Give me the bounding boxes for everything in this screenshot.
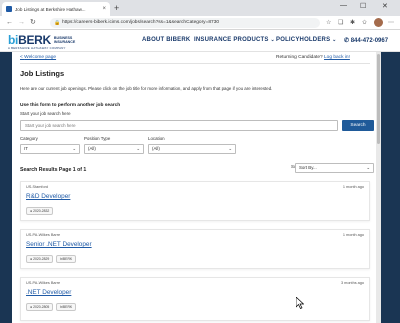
sort-select[interactable]: Sort By... ⌄ bbox=[295, 163, 374, 173]
logo-sub-2: INSURANCE bbox=[53, 40, 76, 44]
job-id-tag: ●2020-2805 bbox=[26, 303, 54, 311]
job-location: US-PA-Wilkes Barre bbox=[26, 281, 61, 285]
job-card: US-PA-Wilkes Barre 1 month ago Senior .N… bbox=[20, 229, 370, 269]
back-icon[interactable]: ← bbox=[6, 18, 13, 28]
favicon-icon bbox=[6, 6, 12, 12]
job-posted-ago: 1 month ago bbox=[342, 185, 364, 189]
profile-avatar[interactable] bbox=[374, 18, 383, 27]
job-title-link[interactable]: R&D Developer bbox=[26, 193, 70, 200]
location-select[interactable]: (All) ⌄ bbox=[148, 144, 236, 154]
intro-text: Here are our current job openings. Pleas… bbox=[20, 86, 273, 91]
search-button[interactable]: Search bbox=[342, 120, 374, 131]
job-posted-ago: 1 month ago bbox=[342, 233, 364, 237]
job-posted-ago: 3 months ago bbox=[340, 281, 364, 285]
job-listings-card: < Welcome page Returning Candidate? Log … bbox=[12, 52, 376, 323]
location-label: Location bbox=[148, 136, 165, 141]
collections-icon[interactable]: ❏ bbox=[338, 19, 343, 27]
id-icon: ● bbox=[30, 209, 33, 213]
chevron-down-icon: ⌄ bbox=[332, 37, 337, 43]
extensions-icon[interactable]: ✱ bbox=[350, 19, 355, 27]
job-company-tag: biBERK bbox=[56, 303, 77, 311]
chevron-down-icon: ⌄ bbox=[228, 146, 232, 151]
new-tab-icon[interactable]: + bbox=[114, 3, 119, 13]
nav-policyholders[interactable]: POLICYHOLDERS ⌄ bbox=[276, 37, 337, 43]
job-card: US-PA-Wilkes Barre 3 months ago .NET Dev… bbox=[20, 277, 370, 321]
nav-insurance-products[interactable]: INSURANCE PRODUCTS ⌄ bbox=[194, 37, 275, 43]
results-heading: Search Results Page 1 of 1 bbox=[20, 167, 87, 173]
page-background: < Welcome page Returning Candidate? Log … bbox=[0, 52, 400, 323]
close-tab-icon[interactable]: × bbox=[102, 6, 106, 12]
category-select[interactable]: IT ⌄ bbox=[20, 144, 80, 154]
address-bar-row: ← → ↻ 🔒 https://careers-biberk.icims.com… bbox=[0, 16, 400, 30]
chevron-down-icon: ⌄ bbox=[136, 146, 140, 151]
menu-icon[interactable]: ⋯ bbox=[388, 19, 394, 27]
page-title: Job Listings bbox=[20, 69, 65, 78]
category-label: Category bbox=[20, 136, 38, 141]
forward-icon[interactable]: → bbox=[18, 18, 25, 28]
chevron-down-icon: ⌄ bbox=[72, 146, 76, 151]
job-title-link[interactable]: Senior .NET Developer bbox=[26, 241, 92, 248]
site-logo[interactable]: biBERK BUSINESS INSURANCE bbox=[8, 33, 75, 47]
star-icon[interactable]: ☆ bbox=[326, 19, 331, 27]
job-location: US-PA-Wilkes Barre bbox=[26, 233, 61, 237]
job-card: US-Stamford 1 month ago R&D Developer ●2… bbox=[20, 181, 370, 221]
logo-tagline: A BERKSHIRE HATHAWAY COMPANY bbox=[8, 46, 66, 50]
browser-tab-bar: Job Listings at Berkshire Hathaw... × + … bbox=[0, 0, 400, 16]
favorites-icon[interactable]: ✩ bbox=[362, 19, 367, 27]
position-type-select[interactable]: (All) ⌄ bbox=[84, 144, 144, 154]
login-link[interactable]: Log back in! bbox=[324, 55, 350, 60]
close-window-icon[interactable]: ✕ bbox=[382, 2, 388, 10]
minimize-icon[interactable]: — bbox=[340, 2, 347, 9]
reload-icon[interactable]: ↻ bbox=[30, 18, 36, 28]
logo-bi: bi bbox=[8, 33, 19, 47]
job-title-link[interactable]: .NET Developer bbox=[26, 289, 71, 296]
phone-link[interactable]: ✆ 844-472-0967 bbox=[344, 37, 388, 44]
position-type-label: Position Type bbox=[84, 136, 111, 141]
browser-tab[interactable]: Job Listings at Berkshire Hathaw... × bbox=[2, 2, 110, 16]
url-field[interactable]: 🔒 https://careers-biberk.icims.com/jobs/… bbox=[50, 18, 320, 28]
phone-icon: ✆ bbox=[344, 38, 350, 44]
job-company-tag: biBERK bbox=[56, 255, 77, 263]
id-icon: ● bbox=[30, 257, 33, 261]
chevron-down-icon: ⌄ bbox=[366, 165, 370, 170]
job-id-tag: ●2020-2829 bbox=[26, 255, 54, 263]
nav-about[interactable]: ABOUT BIBERK bbox=[142, 37, 190, 43]
job-id-tag: ●2020-2832 bbox=[26, 207, 54, 215]
lock-icon: 🔒 bbox=[54, 20, 61, 26]
id-icon: ● bbox=[30, 305, 33, 309]
maximize-icon[interactable]: ☐ bbox=[360, 2, 366, 10]
tab-title: Job Listings at Berkshire Hathaw... bbox=[15, 6, 86, 12]
page-scrollbar[interactable] bbox=[376, 52, 381, 323]
returning-candidate: Returning Candidate? Log back in! bbox=[276, 55, 350, 60]
divider bbox=[20, 63, 370, 64]
search-label: Start your job search here bbox=[20, 111, 71, 116]
search-form-heading: Use this form to perform another job sea… bbox=[20, 103, 121, 108]
logo-berk: BERK bbox=[18, 33, 51, 47]
chevron-down-icon: ⌄ bbox=[270, 37, 275, 43]
job-location: US-Stamford bbox=[26, 185, 48, 189]
scrollbar-thumb[interactable] bbox=[377, 54, 380, 144]
search-input[interactable] bbox=[20, 120, 338, 131]
site-header: biBERK BUSINESS INSURANCE A BERKSHIRE HAT… bbox=[0, 30, 400, 52]
welcome-page-link[interactable]: < Welcome page bbox=[20, 55, 56, 60]
url-text: https://careers-biberk.icims.com/jobs/se… bbox=[62, 20, 220, 25]
